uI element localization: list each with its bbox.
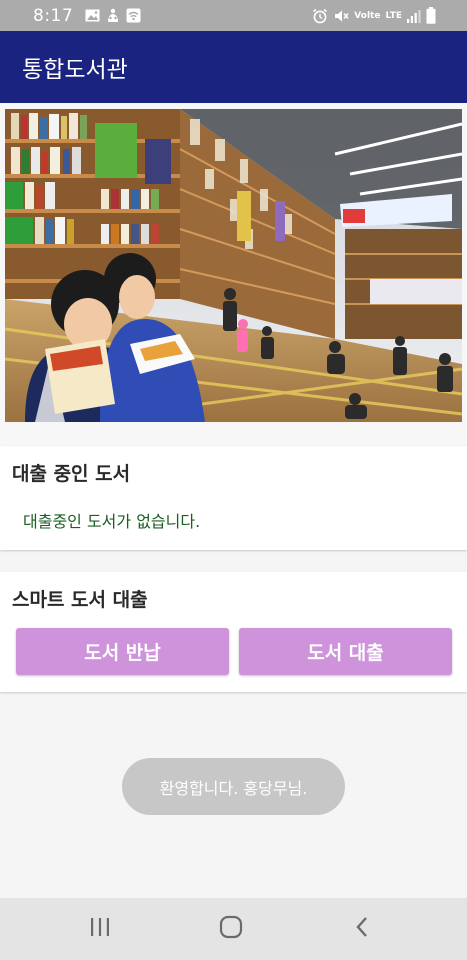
- loans-section: 대출 중인 도서 대출중인 도서가 없습니다.: [0, 446, 467, 550]
- return-book-button[interactable]: 도서 반납: [16, 628, 229, 675]
- recents-icon: [89, 917, 111, 941]
- gallery-icon: [85, 9, 100, 22]
- status-time: 8:17: [33, 5, 74, 26]
- alarm-icon: [312, 8, 328, 24]
- borrow-book-button[interactable]: 도서 대출: [239, 628, 452, 675]
- signal-icon: [407, 9, 421, 23]
- loans-section-title: 대출 중인 도서: [12, 463, 131, 485]
- smart-lending-title: 스마트 도서 대출: [12, 589, 148, 611]
- smart-lending-section: 스마트 도서 대출 도서 반납 도서 대출: [0, 572, 467, 692]
- home-icon: [219, 915, 243, 943]
- home-button[interactable]: [191, 898, 271, 960]
- app-notification-icon: [106, 8, 120, 23]
- library-photo: [5, 109, 462, 422]
- hero-card: [0, 103, 467, 445]
- app-bar: 통합도서관: [0, 31, 467, 103]
- app-title: 통합도서관: [22, 57, 128, 83]
- battery-icon: [426, 7, 436, 24]
- wifi-box-icon: [126, 8, 141, 23]
- welcome-toast: 환영합니다. 홍당무님.: [122, 758, 345, 815]
- network-type-label: LTE: [385, 10, 402, 21]
- status-left-icons: [85, 8, 141, 23]
- status-right-icons: Volte LTE: [312, 0, 436, 31]
- back-icon: [354, 916, 370, 942]
- mute-icon: [333, 8, 349, 24]
- volte-label: Volte: [354, 10, 381, 21]
- back-button[interactable]: [322, 898, 402, 960]
- recents-button[interactable]: [60, 898, 140, 960]
- system-nav-bar: [0, 898, 467, 960]
- no-loans-message: 대출중인 도서가 없습니다.: [23, 512, 201, 531]
- status-bar: 8:17 Volte LTE: [0, 0, 467, 31]
